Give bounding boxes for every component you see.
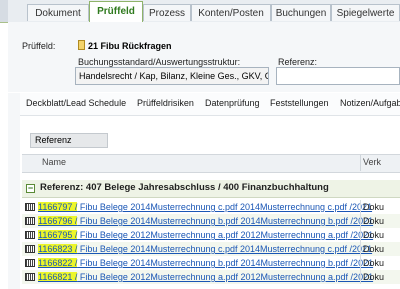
table-row[interactable]: 1166795 / Fibu Belege 2012Musterrechnung… [22, 228, 400, 242]
nav-datenpruefung[interactable]: Datenprüfung [205, 98, 260, 108]
barcode-document-icon [25, 231, 35, 239]
column-separator [360, 270, 361, 284]
barcode-document-icon [25, 245, 35, 253]
tab-spiegelwerte[interactable]: Spiegelwerte [331, 4, 400, 21]
table-row[interactable]: 1166797 / Fibu Belege 2014Musterrechnung… [22, 200, 400, 214]
column-separator [360, 228, 361, 242]
column-separator [360, 214, 361, 228]
row-id: 1166823 / [38, 244, 78, 254]
column-separator [360, 242, 361, 256]
row-type: Doku [363, 202, 385, 212]
tab-prueffeld[interactable]: Prüffeld [89, 1, 143, 23]
tab-buchungen[interactable]: Buchungen [271, 4, 331, 21]
barcode-document-icon [25, 203, 35, 211]
column-separator [360, 200, 361, 214]
row-name: Fibu Belege 2014Musterrechnung b.pdf 201… [77, 216, 374, 226]
group-row[interactable]: − Referenz: 407 Belege Jahresabschluss /… [22, 180, 400, 198]
row-id: 1166795 / [38, 230, 78, 240]
table-row[interactable]: 1166796 / Fibu Belege 2014Musterrechnung… [22, 214, 400, 228]
tab-konten-posten[interactable]: Konten/Posten [191, 4, 271, 21]
table-row[interactable]: 1166823 / Fibu Belege 2014Musterrechnung… [22, 242, 400, 256]
collapse-icon[interactable]: − [26, 184, 35, 193]
referenz-input[interactable] [276, 67, 400, 85]
document-link[interactable]: 1166797 / Fibu Belege 2014Musterrechnung… [38, 201, 372, 213]
barcode-document-icon [25, 273, 35, 281]
nav-notizen-aufgaben[interactable]: Notizen/Aufgab [340, 98, 400, 108]
grid-header: Name Verk [22, 154, 400, 173]
table-row[interactable]: 1166821 / Fibu Belege 2012Musterrechnung… [22, 270, 400, 284]
prueffeld-label: Prüffeld: [22, 41, 56, 51]
document-link[interactable]: 1166822 / Fibu Belege 2014Musterrechnung… [38, 257, 373, 269]
table-row[interactable]: 1166822 / Fibu Belege 2014Musterrechnung… [22, 256, 400, 270]
row-type: Doku [363, 244, 385, 254]
barcode-document-icon [25, 217, 35, 225]
row-name: Fibu Belege 2014Musterrechnung c.pdf 201… [77, 244, 373, 254]
row-name: Fibu Belege 2014Musterrechnung b.pdf 201… [77, 258, 374, 268]
row-id: 1166797 / [38, 202, 78, 212]
left-panel-strip [8, 93, 20, 289]
row-name: Fibu Belege 2012Musterrechnung a.pdf 201… [77, 272, 374, 282]
column-header-verk[interactable]: Verk [363, 157, 381, 167]
prueffeld-value-text: 21 Fibu Rückfragen [88, 41, 172, 51]
buchungsstandard-label: Buchungsstandard/Auswertungsstruktur: [78, 57, 241, 67]
nav-deckblatt[interactable]: Deckblatt/Lead Schedule [26, 98, 126, 108]
row-name: Fibu Belege 2014Musterrechnung c.pdf 201… [77, 202, 373, 212]
column-separator[interactable] [360, 155, 361, 171]
section-nav: Deckblatt/Lead Schedule Prüffeldrisiken … [20, 93, 400, 116]
grouping-chip-referenz[interactable]: Referenz [30, 133, 108, 148]
prueffeld-value[interactable]: 21 Fibu Rückfragen [78, 40, 172, 51]
group-label: Referenz: 407 Belege Jahresabschluss / 4… [40, 182, 329, 193]
barcode-document-icon [25, 259, 35, 267]
document-link[interactable]: 1166821 / Fibu Belege 2012Musterrechnung… [38, 271, 373, 283]
document-icon [78, 40, 85, 50]
row-type: Doku [363, 258, 385, 268]
row-name: Fibu Belege 2012Musterrechnung a.pdf 201… [77, 230, 374, 240]
document-link[interactable]: 1166823 / Fibu Belege 2014Musterrechnung… [38, 243, 372, 255]
nav-feststellungen[interactable]: Feststellungen [270, 98, 329, 108]
column-header-name[interactable]: Name [42, 157, 66, 167]
document-link[interactable]: 1166796 / Fibu Belege 2014Musterrechnung… [38, 215, 373, 227]
referenz-label: Referenz: [278, 57, 318, 67]
tab-strip-edge [0, 0, 8, 22]
row-id: 1166796 / [38, 216, 78, 226]
tab-prozess[interactable]: Prozess [143, 4, 191, 21]
buchungsstandard-field[interactable]: Handelsrecht / Kap, Bilanz, Kleine Ges.,… [75, 67, 269, 85]
nav-prueffeldrisiken[interactable]: Prüffeldrisiken [137, 98, 194, 108]
row-type: Doku [363, 230, 385, 240]
column-separator [360, 256, 361, 270]
tab-dokument[interactable]: Dokument [27, 4, 89, 21]
row-id: 1166821 / [38, 272, 78, 282]
document-link[interactable]: 1166795 / Fibu Belege 2012Musterrechnung… [38, 229, 373, 241]
row-type: Doku [363, 272, 385, 282]
row-id: 1166822 / [38, 258, 78, 268]
row-type: Doku [363, 216, 385, 226]
